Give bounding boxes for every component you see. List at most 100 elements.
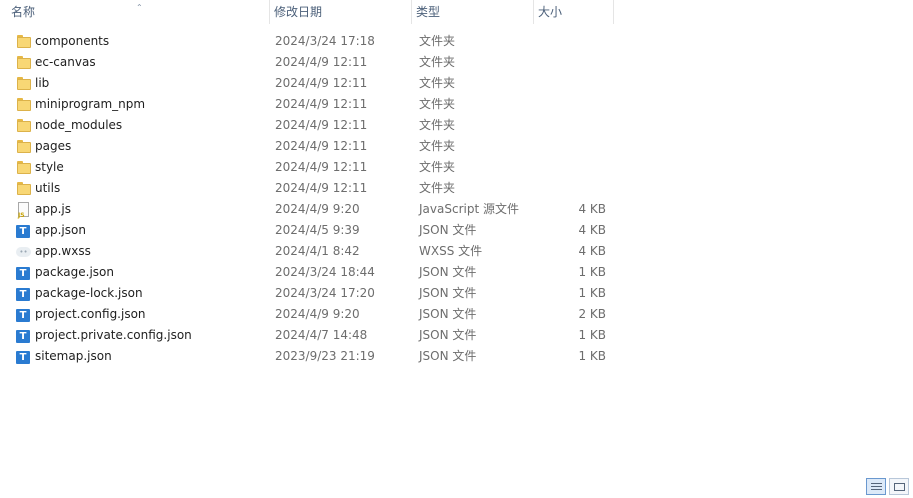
json-file-icon: T — [16, 286, 31, 301]
file-row[interactable]: JS app.js 2024/4/9 9:20 JavaScript 源文件 4 KB — [0, 199, 614, 220]
file-modified-date: 2024/4/5 9:39 — [275, 223, 360, 237]
file-modified-date: 2024/4/9 12:11 — [275, 139, 368, 153]
file-name: node_modules — [35, 118, 123, 132]
file-modified-date: 2024/4/7 14:48 — [275, 328, 368, 342]
file-modified-date: 2024/4/9 12:11 — [275, 76, 368, 90]
column-header-type-label: 类型 — [416, 5, 441, 19]
file-modified-date: 2024/4/9 12:11 — [275, 55, 368, 69]
file-size: 1 KB — [578, 349, 606, 363]
json-file-icon: T — [16, 349, 31, 364]
folder-icon — [16, 181, 31, 196]
file-name: sitemap.json — [35, 349, 112, 363]
folder-icon — [16, 97, 31, 112]
file-type: 文件夹 — [419, 97, 456, 111]
file-size: 4 KB — [578, 244, 606, 258]
file-type: JSON 文件 — [419, 349, 477, 363]
file-size: 2 KB — [578, 307, 606, 321]
file-modified-date: 2024/4/1 8:42 — [275, 244, 360, 258]
file-row[interactable]: lib 2024/4/9 12:11 文件夹 — [0, 73, 614, 94]
folder-icon — [16, 55, 31, 70]
column-header-name[interactable]: 名称 ⌃ — [0, 0, 270, 24]
column-header-date[interactable]: 修改日期 — [270, 0, 412, 24]
folder-icon — [16, 160, 31, 175]
file-type: JSON 文件 — [419, 265, 477, 279]
file-row[interactable]: pages 2024/4/9 12:11 文件夹 — [0, 136, 614, 157]
file-size: 4 KB — [578, 202, 606, 216]
file-size: 1 KB — [578, 286, 606, 300]
file-name: lib — [35, 76, 50, 90]
file-name: project.private.config.json — [35, 328, 192, 342]
file-name: package-lock.json — [35, 286, 143, 300]
file-type: WXSS 文件 — [419, 244, 483, 258]
file-modified-date: 2024/3/24 18:44 — [275, 265, 375, 279]
file-type: 文件夹 — [419, 55, 456, 69]
column-header-size-label: 大小 — [538, 5, 563, 19]
json-file-icon: T — [16, 265, 31, 280]
file-name: app.json — [35, 223, 86, 237]
json-file-icon: T — [16, 307, 31, 322]
file-type: 文件夹 — [419, 181, 456, 195]
file-type: 文件夹 — [419, 160, 456, 174]
file-type: JSON 文件 — [419, 223, 477, 237]
file-type: 文件夹 — [419, 76, 456, 90]
file-row[interactable]: utils 2024/4/9 12:11 文件夹 — [0, 178, 614, 199]
file-name: project.config.json — [35, 307, 146, 321]
file-row[interactable]: components 2024/3/24 17:18 文件夹 — [0, 31, 614, 52]
column-header-name-label: 名称 — [11, 5, 36, 19]
json-file-icon: T — [16, 223, 31, 238]
file-modified-date: 2024/4/9 9:20 — [275, 202, 360, 216]
file-row[interactable]: Tapp.json 2024/4/5 9:39 JSON 文件 4 KB — [0, 220, 614, 241]
file-name: ec-canvas — [35, 55, 96, 69]
file-modified-date: 2024/4/9 12:11 — [275, 160, 368, 174]
folder-icon — [16, 76, 31, 91]
file-row[interactable]: Tpackage.json 2024/3/24 18:44 JSON 文件 1 KB — [0, 262, 614, 283]
wxss-file-icon: •• — [16, 244, 31, 259]
column-header-type[interactable]: 类型 — [412, 0, 534, 24]
folder-icon — [16, 34, 31, 49]
file-size: 4 KB — [578, 223, 606, 237]
file-row[interactable]: style 2024/4/9 12:11 文件夹 — [0, 157, 614, 178]
file-modified-date: 2024/4/9 12:11 — [275, 181, 368, 195]
file-row[interactable]: Tsitemap.json 2023/9/23 21:19 JSON 文件 1 KB — [0, 346, 614, 367]
file-modified-date: 2024/3/24 17:20 — [275, 286, 375, 300]
file-name: utils — [35, 181, 61, 195]
file-type: JavaScript 源文件 — [419, 202, 519, 216]
file-type: JSON 文件 — [419, 307, 477, 321]
json-file-icon: T — [16, 328, 31, 343]
file-type: 文件夹 — [419, 139, 456, 153]
file-size: 1 KB — [578, 328, 606, 342]
file-modified-date: 2024/4/9 12:11 — [275, 97, 368, 111]
file-row[interactable]: node_modules 2024/4/9 12:11 文件夹 — [0, 115, 614, 136]
file-modified-date: 2023/9/23 21:19 — [275, 349, 375, 363]
file-row[interactable]: Tpackage-lock.json 2024/3/24 17:20 JSON 文件… — [0, 283, 614, 304]
file-name: app.wxss — [35, 244, 91, 258]
folder-icon — [16, 139, 31, 154]
sort-ascending-icon: ⌃ — [136, 3, 143, 12]
file-size: 1 KB — [578, 265, 606, 279]
file-row[interactable]: miniprogram_npm 2024/4/9 12:11 文件夹 — [0, 94, 614, 115]
details-view-button[interactable] — [866, 478, 886, 495]
large-icons-view-icon — [894, 483, 905, 491]
file-type: JSON 文件 — [419, 328, 477, 342]
file-list: components 2024/3/24 17:18 文件夹 ec-canvas 202… — [0, 31, 614, 367]
file-type: JSON 文件 — [419, 286, 477, 300]
file-row[interactable]: Tproject.private.config.json 2024/4/7 14:… — [0, 325, 614, 346]
file-name: components — [35, 34, 110, 48]
column-header-size[interactable]: 大小 — [534, 0, 614, 24]
file-row[interactable]: •• app.wxss 2024/4/1 8:42 WXSS 文件 4 KB — [0, 241, 614, 262]
file-type: 文件夹 — [419, 118, 456, 132]
file-row[interactable]: Tproject.config.json 2024/4/9 9:20 JSON 文件… — [0, 304, 614, 325]
js-file-icon: JS — [16, 202, 31, 219]
file-modified-date: 2024/3/24 17:18 — [275, 34, 375, 48]
file-name: miniprogram_npm — [35, 97, 146, 111]
folder-icon — [16, 118, 31, 133]
file-name: pages — [35, 139, 72, 153]
file-name: package.json — [35, 265, 115, 279]
large-icons-view-button[interactable] — [889, 478, 909, 495]
file-type: 文件夹 — [419, 34, 456, 48]
file-row[interactable]: ec-canvas 2024/4/9 12:11 文件夹 — [0, 52, 614, 73]
column-header-bar: 名称 ⌃ 修改日期 类型 大小 — [0, 0, 614, 24]
file-name: style — [35, 160, 64, 174]
column-header-date-label: 修改日期 — [274, 5, 323, 19]
file-modified-date: 2024/4/9 12:11 — [275, 118, 368, 132]
